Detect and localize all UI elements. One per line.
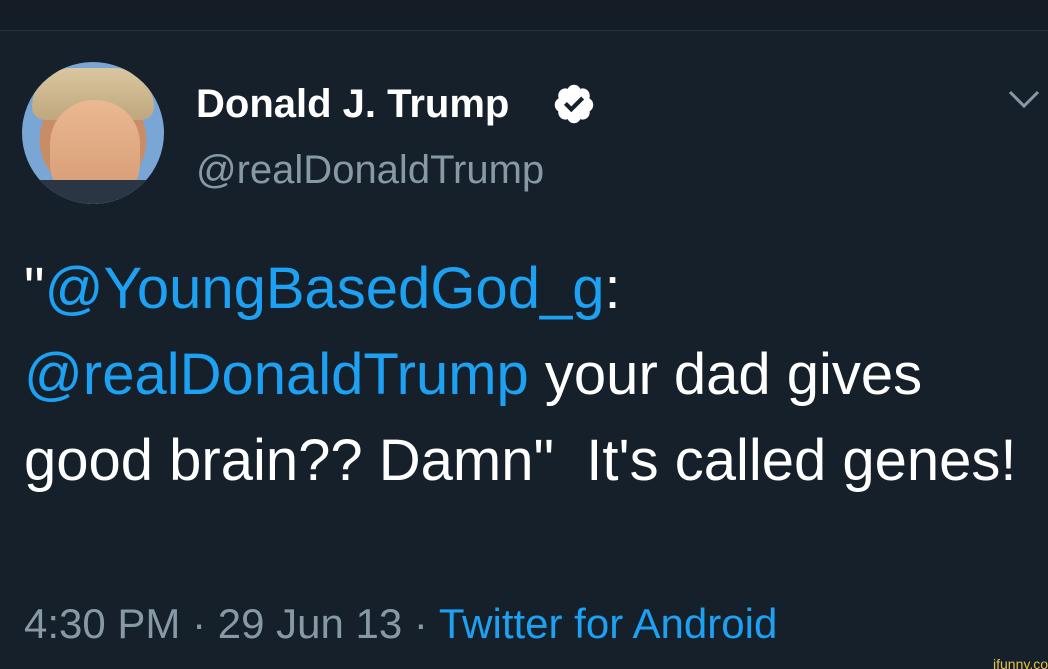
verified-badge-icon [554, 84, 594, 124]
avatar-suit [22, 180, 164, 204]
top-bar [0, 0, 1048, 31]
tweet-meta: 4:30 PM · 29 Jun 13 · Twitter for Androi… [24, 596, 777, 652]
display-name[interactable]: Donald J. Trump [196, 80, 509, 128]
tweet-time[interactable]: 4:30 PM [24, 600, 180, 647]
colon: : [604, 256, 621, 321]
tweet-source[interactable]: Twitter for Android [439, 600, 777, 647]
watermark: ifunny.co [993, 659, 1048, 669]
tweet-text: "@YoungBasedGod_g: @realDonaldTrump your… [24, 246, 1044, 504]
mention-realdonaldtrump[interactable]: @realDonaldTrump [24, 342, 529, 407]
chevron-down-icon[interactable] [1004, 84, 1044, 114]
meta-separator: · [402, 600, 439, 647]
quote-open: " [24, 256, 45, 321]
handle[interactable]: @realDonaldTrump [196, 146, 544, 194]
meta-separator: · [180, 600, 218, 647]
mention-youngbasedgod[interactable]: @YoungBasedGod_g [45, 256, 605, 321]
avatar[interactable] [22, 62, 164, 204]
tweet-date[interactable]: 29 Jun 13 [218, 600, 403, 647]
